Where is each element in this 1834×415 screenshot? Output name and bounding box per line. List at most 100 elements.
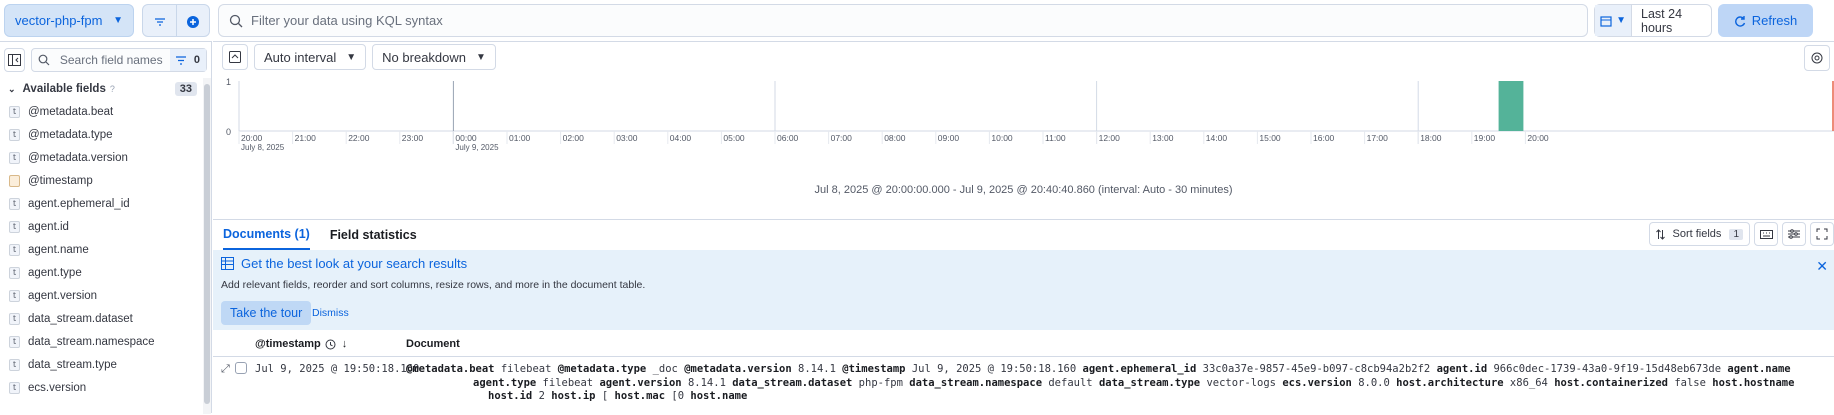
refresh-label: Refresh	[1751, 13, 1798, 28]
data-view-name: vector-php-fpm	[15, 13, 103, 28]
chevron-down-icon: ▼	[1616, 15, 1626, 26]
date-picker[interactable]: ▼ Last 24 hours	[1594, 4, 1712, 37]
date-type-icon	[9, 174, 20, 187]
doc-field-key: @metadata.beat	[406, 363, 495, 375]
expand-row-icon[interactable]: ⤢	[221, 363, 230, 376]
chart-toggle-icon	[229, 51, 241, 63]
grid-toolbar: Sort fields 1	[1648, 222, 1834, 246]
sidebar-scrollbar[interactable]	[203, 78, 211, 414]
field-name: data_stream.dataset	[28, 312, 133, 325]
chevron-down-icon: ▼	[476, 51, 486, 63]
field-list-item[interactable]: t agent.type	[0, 261, 211, 284]
x-tick-label: 15:00	[1259, 133, 1281, 143]
scrollbar-thumb[interactable]	[204, 84, 210, 404]
doc-field-value: vector-logs	[1206, 376, 1276, 389]
doc-field-value: 33c0a37e-9857-45e9-b097-c8cb94a2b2f2	[1202, 363, 1431, 375]
field-list-item[interactable]: t data_stream.dataset	[0, 307, 211, 330]
doc-field-key: host.ip	[551, 390, 596, 402]
field-list-item[interactable]: t data_stream.namespace	[0, 330, 211, 353]
doc-field-key: agent.ephemeral_id	[1082, 363, 1197, 375]
toggle-chart-button[interactable]	[222, 44, 248, 70]
text-type-icon: t	[9, 358, 20, 371]
main-panel: Auto interval ▼ No breakdown ▼ 0 1 20:00 Ju…	[213, 41, 1834, 413]
available-fields-header[interactable]: ⌄ Available fields ? 33	[0, 78, 211, 100]
x-tick-label: 16:00	[1313, 133, 1335, 143]
doc-field-value: 8.14.1	[798, 363, 836, 375]
take-tour-button[interactable]: Take the tour	[221, 301, 312, 325]
documents-section: Documents (1) Field statistics Sort fiel…	[213, 219, 1834, 414]
table-row[interactable]: ⤢ Jul 9, 2025 @ 19:50:18.160 @metadata.b…	[213, 359, 1834, 415]
field-list-item[interactable]: t data_stream.type	[0, 353, 211, 376]
chevron-down-icon: ⌄	[8, 83, 16, 94]
quick-select-button[interactable]: ▼	[1595, 5, 1633, 36]
field-list-item[interactable]: t ecs.version	[0, 376, 211, 399]
x-tick-label: 18:00	[1420, 133, 1442, 143]
sort-fields-button[interactable]: Sort fields 1	[1648, 222, 1750, 246]
fullscreen-button[interactable]	[1810, 222, 1834, 246]
doc-field-value: _doc	[652, 363, 678, 375]
view-tabs: Documents (1) Field statistics	[213, 220, 1834, 250]
tour-callout: Get the best look at your search results…	[213, 250, 1834, 330]
keyboard-shortcuts-button[interactable]	[1754, 222, 1778, 246]
doc-field-key: host.containerized	[1554, 376, 1668, 389]
doc-field-value: filebeat	[500, 363, 552, 375]
doc-field-value: x86_64	[1509, 376, 1548, 389]
field-list-item[interactable]: t agent.name	[0, 238, 211, 261]
timestamp-header-label: @timestamp	[255, 338, 321, 350]
filter-count: 0	[193, 54, 200, 66]
timestamp-column-header[interactable]: @timestamp ↓	[255, 338, 347, 350]
x-tick-label: 02:00	[563, 133, 585, 143]
field-search-input[interactable]	[59, 53, 170, 67]
sidebar-search-row: 0	[0, 42, 211, 78]
tab-field-statistics[interactable]: Field statistics	[330, 220, 417, 250]
field-list-item[interactable]: t agent.id	[0, 215, 211, 238]
breakdown-select[interactable]: No breakdown ▼	[372, 44, 496, 70]
doc-field-key: host.mac	[614, 390, 666, 402]
field-list-item[interactable]: t agent.version	[0, 284, 211, 307]
breakdown-label: No breakdown	[382, 49, 466, 65]
document-column-header[interactable]: Document	[406, 338, 460, 350]
field-type-filter-button[interactable]: 0	[169, 49, 206, 71]
doc-field-value: php-fpm	[858, 376, 903, 389]
close-icon[interactable]: ✕	[1816, 258, 1828, 275]
display-settings-button[interactable]	[1782, 222, 1806, 246]
data-view-picker[interactable]: vector-php-fpm ▼	[4, 4, 134, 37]
inspect-chart-button[interactable]	[1804, 45, 1830, 71]
interval-select[interactable]: Auto interval ▼	[254, 44, 367, 70]
doc-field-key: ecs.version	[1282, 376, 1352, 389]
field-name: agent.name	[28, 243, 89, 256]
doc-field-key: agent.id	[1436, 363, 1488, 375]
calendar-icon	[1600, 15, 1612, 27]
filter-menu-button[interactable]	[143, 5, 176, 36]
collapse-sidebar-button[interactable]	[4, 48, 25, 72]
field-list-item[interactable]: t @metadata.beat	[0, 100, 211, 123]
field-list-item[interactable]: @timestamp	[0, 169, 211, 192]
dismiss-link[interactable]: Dismiss	[312, 307, 349, 319]
doc-field-key: @timestamp	[842, 363, 906, 375]
tab-documents[interactable]: Documents (1)	[223, 220, 310, 250]
refresh-button[interactable]: Refresh	[1718, 4, 1813, 37]
x-tick-label: 20:00	[1527, 133, 1549, 143]
x-tick-label: 23:00	[402, 133, 424, 143]
doc-field-key: host.architecture	[1396, 376, 1504, 389]
add-filter-button[interactable]	[176, 5, 209, 36]
row-select-checkbox[interactable]	[235, 362, 247, 374]
kql-query-input[interactable]	[251, 13, 1551, 28]
doc-field-value: 8.14.1	[687, 376, 726, 389]
callout-title: Get the best look at your search results	[221, 256, 467, 271]
chevron-down-icon: ▼	[113, 15, 123, 26]
x-tick-label: 22:00	[348, 133, 370, 143]
x-tick-label: 13:00	[1152, 133, 1174, 143]
doc-field-key: @metadata.type	[557, 363, 647, 375]
sort-desc-icon[interactable]: ↓	[342, 338, 348, 350]
time-range-label[interactable]: Last 24 hours	[1632, 7, 1711, 35]
chevron-down-icon: ▼	[346, 51, 357, 63]
doc-field-key: @metadata.version	[684, 363, 792, 375]
filter-icon	[175, 55, 186, 65]
field-list-item[interactable]: t @metadata.type	[0, 123, 211, 146]
interval-label: Auto interval	[264, 49, 337, 65]
x-tick-label: 05:00	[723, 133, 745, 143]
field-list-item[interactable]: t @metadata.version	[0, 146, 211, 169]
field-list-item[interactable]: t agent.ephemeral_id	[0, 192, 211, 215]
table-icon	[221, 257, 234, 270]
